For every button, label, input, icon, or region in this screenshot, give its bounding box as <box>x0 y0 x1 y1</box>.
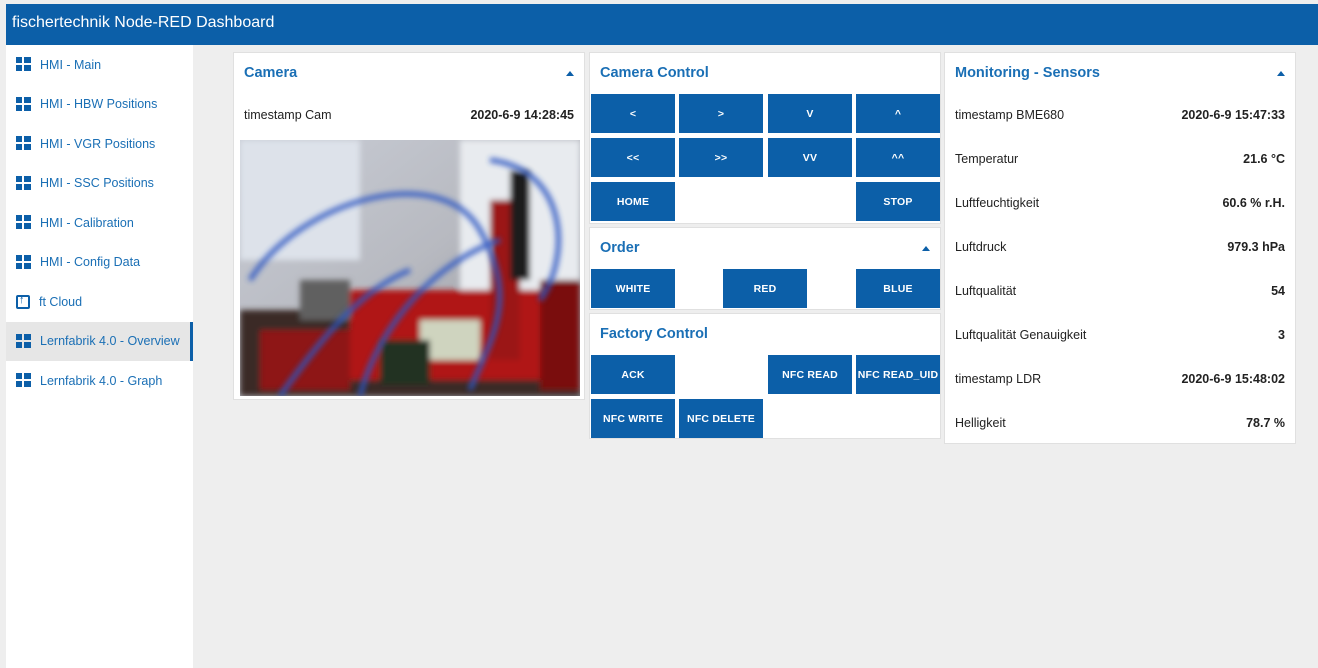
pan-left-fast-button[interactable]: << <box>591 138 675 177</box>
row-value: 2020-6-9 14:28:45 <box>470 108 574 122</box>
ack-button[interactable]: ACK <box>591 355 675 394</box>
app-title: fischertechnik Node-RED Dashboard <box>12 14 275 31</box>
sidebar-item-label: HMI - Main <box>40 57 102 72</box>
sidebar-item-graph[interactable]: Lernfabrik 4.0 - Graph <box>6 361 193 401</box>
factory-control-header: Factory Control <box>590 314 940 354</box>
sensor-row: timestamp BME680 2020-6-9 15:47:33 <box>945 93 1295 137</box>
tilt-down-button[interactable]: V <box>768 94 852 133</box>
sidebar-item-hmi-main[interactable]: HMI - Main <box>6 45 193 85</box>
sensor-label: Luftfeuchtigkeit <box>955 196 1040 210</box>
sidebar-item-label: ft Cloud <box>39 294 83 309</box>
collapse-caret-icon[interactable] <box>922 245 930 251</box>
sidebar-item-label: HMI - HBW Positions <box>40 97 158 112</box>
row-label: timestamp Cam <box>244 108 332 122</box>
sensor-row: Helligkeit 78.7 % <box>945 401 1295 445</box>
monitoring-card-header: Monitoring - Sensors <box>945 53 1295 93</box>
sensor-row: Luftqualität Genauigkeit 3 <box>945 313 1295 357</box>
sidebar-item-hbw-positions[interactable]: HMI - HBW Positions <box>6 85 193 125</box>
sensor-row: timestamp LDR 2020-6-9 15:48:02 <box>945 357 1295 401</box>
dashboard-icon <box>16 96 31 112</box>
collapse-caret-icon[interactable] <box>1277 70 1285 76</box>
sensor-row: Luftqualität 54 <box>945 269 1295 313</box>
tilt-down-fast-button[interactable]: VV <box>768 138 852 177</box>
sensor-label: timestamp BME680 <box>955 108 1065 122</box>
card-title: Camera <box>244 65 298 81</box>
dashboard-icon <box>16 175 31 191</box>
card-title: Order <box>600 240 640 256</box>
sidebar-item-label: HMI - Calibration <box>40 215 134 230</box>
sensor-label: Luftqualität <box>955 284 1017 298</box>
sensor-value: 979.3 hPa <box>1227 240 1285 254</box>
sensor-label: Temperatur <box>955 152 1019 166</box>
external-link-icon <box>16 294 30 309</box>
sensor-row: Luftfeuchtigkeit 60.6 % r.H. <box>945 181 1295 225</box>
sidebar-nav: HMI - Main HMI - HBW Positions HMI - VGR… <box>6 45 193 668</box>
order-blue-button[interactable]: BLUE <box>856 269 940 308</box>
sensor-label: Luftqualität Genauigkeit <box>955 328 1087 342</box>
dashboard-icon <box>16 57 31 72</box>
sidebar-item-overview[interactable]: Lernfabrik 4.0 - Overview <box>6 321 193 361</box>
sidebar-item-label: HMI - VGR Positions <box>40 136 156 151</box>
dashboard-icon <box>16 215 31 230</box>
nfc-delete-button[interactable]: NFC DELETE <box>679 399 763 438</box>
stop-button[interactable]: STOP <box>856 182 940 221</box>
sidebar-item-label: Lernfabrik 4.0 - Overview <box>40 334 180 349</box>
sidebar-item-label: HMI - SSC Positions <box>40 176 154 191</box>
pan-right-button[interactable]: > <box>679 94 763 133</box>
home-button[interactable]: HOME <box>591 182 675 221</box>
nfc-read-button[interactable]: NFC READ <box>768 355 852 394</box>
camera-control-header: Camera Control <box>590 53 940 93</box>
pan-right-fast-button[interactable]: >> <box>679 138 763 177</box>
card-title: Monitoring - Sensors <box>955 65 1100 81</box>
dashboard-icon <box>16 373 31 388</box>
camera-timestamp-row: timestamp Cam 2020-6-9 14:28:45 <box>234 93 584 137</box>
order-card: Order WHITE RED BLUE <box>589 227 941 310</box>
camera-card: Camera timestamp Cam 2020-6-9 14:28:45 <box>233 52 585 400</box>
app-header: fischertechnik Node-RED Dashboard <box>6 4 1318 45</box>
camera-control-card: Camera Control < > V ^ << >> VV ^^ HOME … <box>589 52 941 224</box>
monitoring-sensors-card: Monitoring - Sensors timestamp BME680 20… <box>944 52 1296 444</box>
camera-image <box>240 140 580 396</box>
dashboard-icon <box>16 333 31 349</box>
sidebar-item-vgr-positions[interactable]: HMI - VGR Positions <box>6 124 193 164</box>
card-title: Factory Control <box>600 326 708 342</box>
order-red-button[interactable]: RED <box>723 269 807 308</box>
sensor-value: 2020-6-9 15:47:33 <box>1181 108 1285 122</box>
collapse-caret-icon[interactable] <box>566 70 574 76</box>
sensor-label: Luftdruck <box>955 240 1007 254</box>
card-title: Camera Control <box>600 65 709 81</box>
sensor-value: 54 <box>1271 284 1285 298</box>
dashboard-icon <box>16 136 31 151</box>
sensor-row: Luftdruck 979.3 hPa <box>945 225 1295 269</box>
sensor-label: Helligkeit <box>955 416 1006 430</box>
camera-card-header: Camera <box>234 53 584 93</box>
dashboard-icon <box>16 254 31 270</box>
nfc-write-button[interactable]: NFC WRITE <box>591 399 675 438</box>
order-white-button[interactable]: WHITE <box>591 269 675 308</box>
sidebar-item-label: Lernfabrik 4.0 - Graph <box>40 373 163 388</box>
sensor-row: Temperatur 21.6 °C <box>945 137 1295 181</box>
sensor-label: timestamp LDR <box>955 372 1042 386</box>
sensor-value: 3 <box>1278 328 1285 342</box>
order-card-header: Order <box>590 228 940 268</box>
sidebar-item-config-data[interactable]: HMI - Config Data <box>6 243 193 283</box>
tilt-up-button[interactable]: ^ <box>856 94 940 133</box>
sidebar-item-calibration[interactable]: HMI - Calibration <box>6 203 193 243</box>
sensor-value: 21.6 °C <box>1243 152 1285 166</box>
sensor-value: 78.7 % <box>1246 416 1285 430</box>
sidebar-item-label: HMI - Config Data <box>40 255 141 270</box>
factory-control-card: Factory Control ACK NFC READ NFC READ_UI… <box>589 313 941 439</box>
sidebar-item-ft-cloud[interactable]: ft Cloud <box>6 282 193 322</box>
nfc-read-uid-button[interactable]: NFC READ_UID <box>856 355 940 394</box>
sensor-value: 60.6 % r.H. <box>1222 196 1285 210</box>
sensor-value: 2020-6-9 15:48:02 <box>1181 372 1285 386</box>
pan-left-button[interactable]: < <box>591 94 675 133</box>
sidebar-item-ssc-positions[interactable]: HMI - SSC Positions <box>6 164 193 204</box>
tilt-up-fast-button[interactable]: ^^ <box>856 138 940 177</box>
